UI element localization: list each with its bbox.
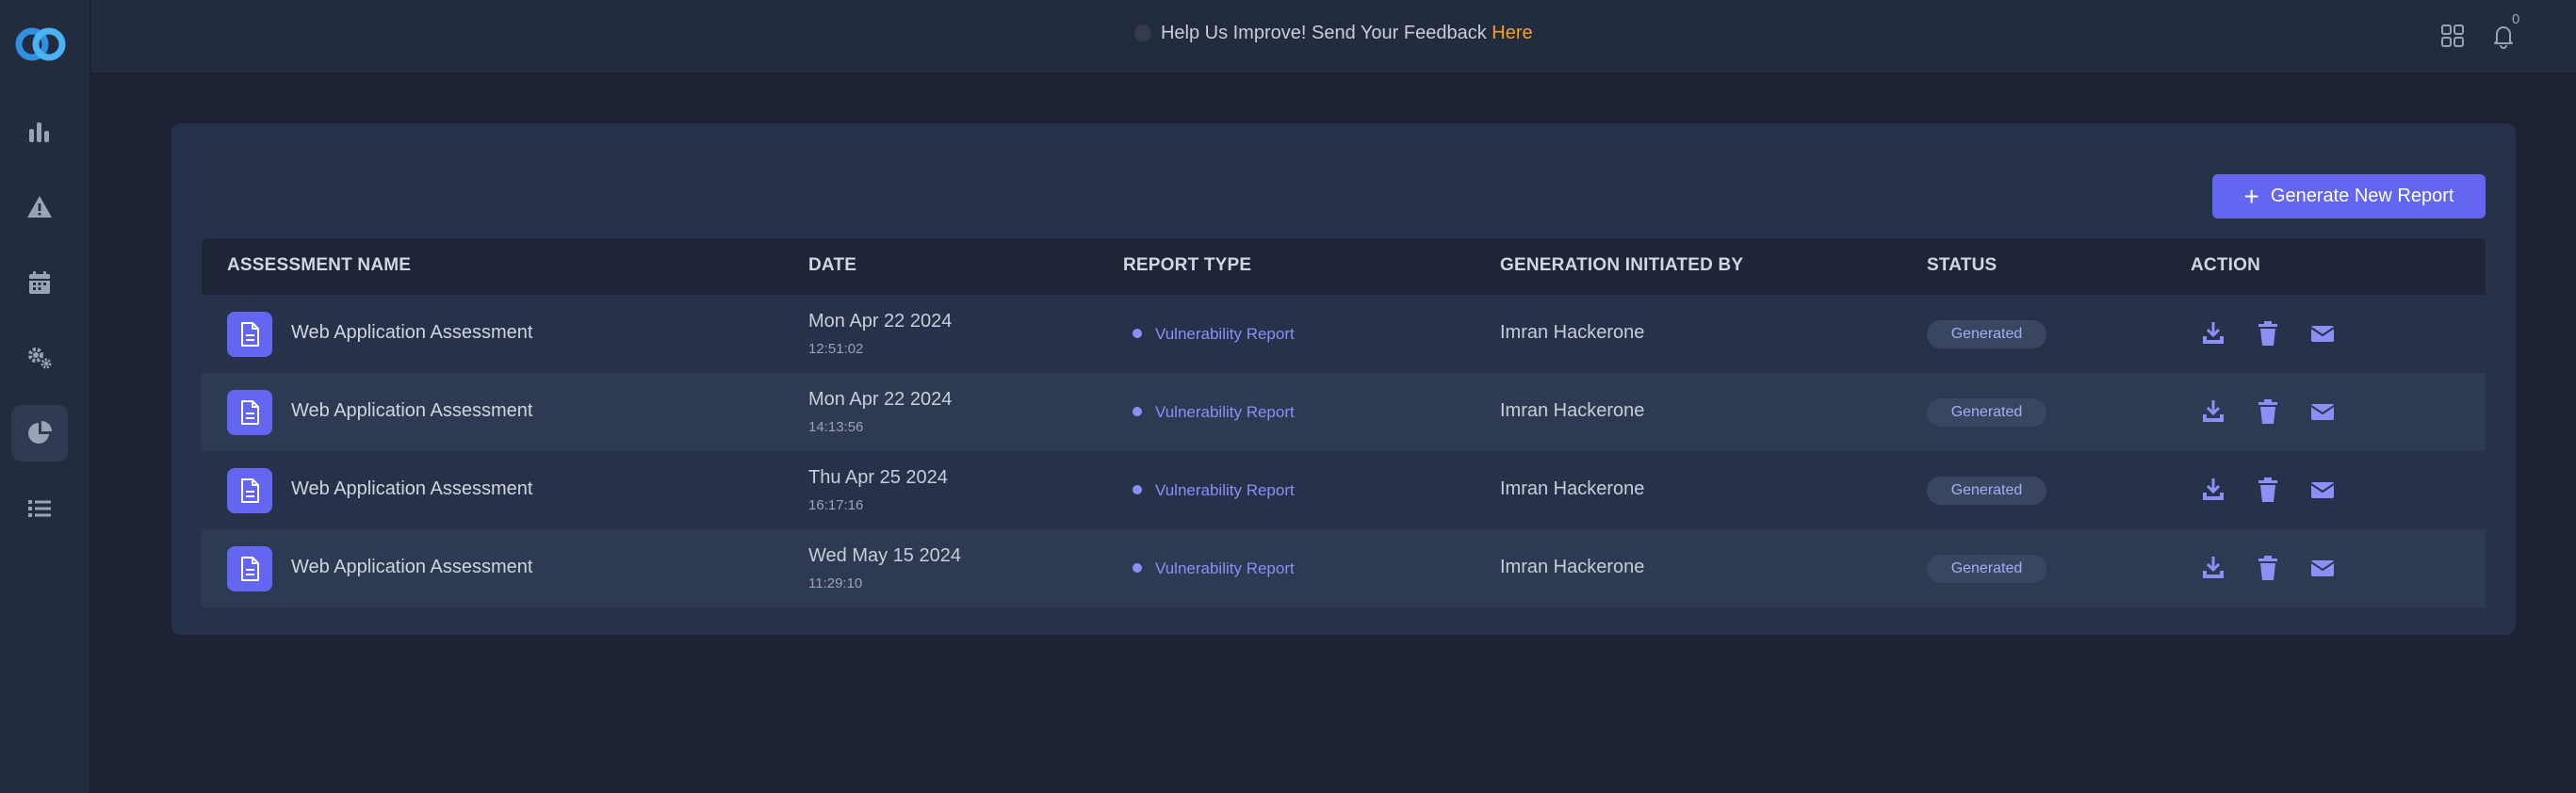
download-icon[interactable]: [2199, 319, 2227, 348]
download-icon[interactable]: [2199, 476, 2227, 504]
sidebar-item-reports[interactable]: [11, 405, 68, 461]
sidebar-item-settings[interactable]: [11, 330, 68, 386]
report-time: 11:29:10: [808, 575, 863, 591]
email-icon[interactable]: [2308, 319, 2337, 348]
feedback-dot-icon: [1134, 24, 1152, 41]
column-header-status[interactable]: STATUS: [1927, 255, 1997, 276]
table-row: Web Application Assessment Thu Apr 25 20…: [202, 451, 2486, 529]
feedback-banner: Help Us Improve! Send Your Feedback Here: [91, 23, 2576, 44]
document-icon: [227, 468, 272, 513]
report-type-label: Vulnerability Report: [1155, 325, 1295, 343]
assessment-name[interactable]: Web Application Assessment: [291, 557, 532, 578]
document-icon: [227, 390, 272, 435]
column-header-date[interactable]: DATE: [808, 255, 856, 276]
bullet-dot-icon: [1133, 329, 1142, 338]
report-date: Mon Apr 22 2024: [808, 389, 953, 410]
report-type: Vulnerability Report: [1133, 559, 1295, 578]
report-type: Vulnerability Report: [1133, 325, 1295, 344]
assessment-name[interactable]: Web Application Assessment: [291, 322, 532, 344]
report-time: 14:13:56: [808, 419, 864, 435]
status-badge: Generated: [1927, 477, 2046, 505]
report-time: 12:51:02: [808, 341, 864, 357]
email-icon[interactable]: [2308, 476, 2337, 504]
report-type-label: Vulnerability Report: [1155, 481, 1295, 499]
status-badge: Generated: [1927, 398, 2046, 427]
trash-icon[interactable]: [2254, 397, 2282, 426]
topbar: Help Us Improve! Send Your Feedback Here: [91, 0, 2576, 73]
table-header: ASSESSMENT NAME DATE REPORT TYPE GENERAT…: [202, 238, 2486, 295]
bullet-dot-icon: [1133, 407, 1142, 416]
bullet-dot-icon: [1133, 485, 1142, 494]
column-header-assessment-name[interactable]: ASSESSMENT NAME: [227, 255, 411, 276]
list-icon: [28, 500, 51, 517]
warning-icon: [27, 196, 52, 218]
generate-new-report-button[interactable]: + Generate New Report: [2212, 174, 2486, 218]
plus-icon: +: [2243, 181, 2259, 211]
column-header-initiated-by[interactable]: GENERATION INITIATED BY: [1500, 255, 1743, 276]
report-date: Wed May 15 2024: [808, 545, 961, 566]
download-icon[interactable]: [2199, 397, 2227, 426]
sidebar-item-dashboard[interactable]: [11, 104, 68, 160]
report-time: 16:17:16: [808, 497, 864, 513]
apps-grid-icon[interactable]: [2437, 21, 2468, 51]
table-row: Web Application Assessment Wed May 15 20…: [202, 529, 2486, 607]
calendar-icon: [29, 271, 50, 294]
report-date: Thu Apr 25 2024: [808, 467, 948, 488]
download-icon[interactable]: [2199, 554, 2227, 582]
feedback-link[interactable]: Here: [1492, 23, 1532, 43]
status-badge: Generated: [1927, 555, 2046, 583]
document-icon: [227, 546, 272, 591]
sidebar-item-schedule[interactable]: [11, 254, 68, 311]
assessment-name[interactable]: Web Application Assessment: [291, 478, 532, 500]
status-badge: Generated: [1927, 320, 2046, 348]
initiated-by: Imran Hackerone: [1500, 400, 1645, 421]
pie-chart-icon: [28, 421, 52, 444]
trash-icon[interactable]: [2254, 319, 2282, 348]
initiated-by: Imran Hackerone: [1500, 322, 1645, 343]
document-icon: [227, 312, 272, 357]
trash-icon[interactable]: [2254, 476, 2282, 504]
report-date: Mon Apr 22 2024: [808, 311, 953, 332]
email-icon[interactable]: [2308, 397, 2337, 426]
report-type-label: Vulnerability Report: [1155, 559, 1295, 577]
table-row: Web Application Assessment Mon Apr 22 20…: [202, 373, 2486, 451]
report-type-label: Vulnerability Report: [1155, 403, 1295, 421]
sidebar: [0, 0, 90, 793]
initiated-by: Imran Hackerone: [1500, 478, 1645, 499]
notification-count: 0: [2512, 11, 2520, 27]
report-type: Vulnerability Report: [1133, 403, 1295, 422]
email-icon[interactable]: [2308, 554, 2337, 582]
trash-icon[interactable]: [2254, 554, 2282, 582]
column-header-report-type[interactable]: REPORT TYPE: [1123, 255, 1251, 276]
sidebar-item-list[interactable]: [11, 480, 68, 537]
bar-chart-icon: [29, 122, 49, 142]
column-header-action: ACTION: [2191, 255, 2261, 275]
feedback-text: Help Us Improve! Send Your Feedback: [1160, 23, 1492, 43]
report-type: Vulnerability Report: [1133, 481, 1295, 500]
assessment-name[interactable]: Web Application Assessment: [291, 400, 532, 422]
table-row: Web Application Assessment Mon Apr 22 20…: [202, 295, 2486, 373]
bullet-dot-icon: [1133, 563, 1142, 573]
generate-button-label: Generate New Report: [2270, 186, 2454, 206]
gears-icon: [28, 348, 52, 369]
app-logo[interactable]: [11, 21, 70, 68]
initiated-by: Imran Hackerone: [1500, 557, 1645, 577]
sidebar-item-vulnerabilities[interactable]: [11, 179, 68, 235]
